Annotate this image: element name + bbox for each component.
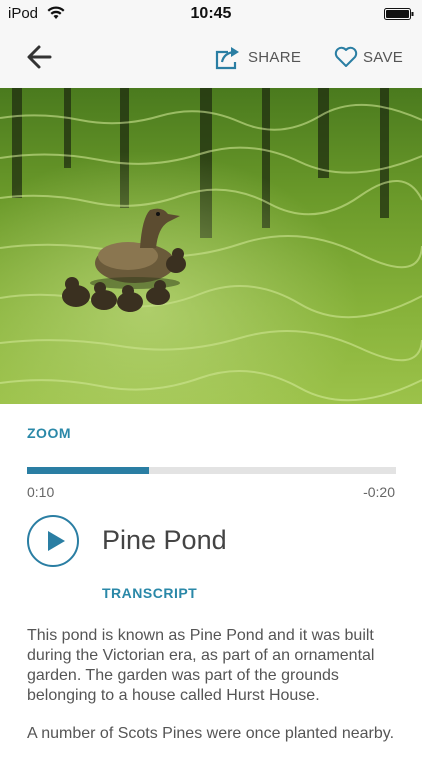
nav-bar: SHARE SAVE [0, 28, 422, 88]
save-button[interactable]: SAVE [334, 42, 403, 72]
save-label: SAVE [363, 48, 404, 66]
heart-icon [334, 46, 358, 67]
play-button[interactable] [27, 515, 79, 567]
progress-bar[interactable] [27, 467, 396, 474]
progress-fill [27, 467, 149, 474]
hero-image[interactable] [0, 88, 422, 404]
share-button[interactable]: SHARE [214, 42, 301, 72]
play-icon [48, 531, 65, 551]
pond-photo [0, 88, 422, 404]
back-button[interactable] [20, 42, 60, 72]
share-label: SHARE [248, 48, 302, 66]
transcript-button[interactable]: TRANSCRIPT [102, 585, 197, 601]
track-title: Pine Pond [102, 525, 227, 555]
transcript-text: This pond is known as Pine Pond and it w… [27, 626, 397, 762]
transcript-paragraph: A number of Scots Pines were once plante… [27, 725, 395, 742]
transcript-paragraph: This pond is known as Pine Pond and it w… [27, 627, 375, 704]
time-elapsed: 0:10 [27, 484, 55, 500]
status-bar: iPod 10:45 [0, 0, 422, 28]
battery-icon [384, 8, 414, 20]
time-remaining: -0:20 [363, 484, 395, 500]
arrow-left-icon [27, 45, 52, 69]
zoom-button[interactable]: ZOOM [27, 425, 71, 441]
share-icon [215, 47, 239, 70]
status-time: 10:45 [190, 5, 232, 22]
